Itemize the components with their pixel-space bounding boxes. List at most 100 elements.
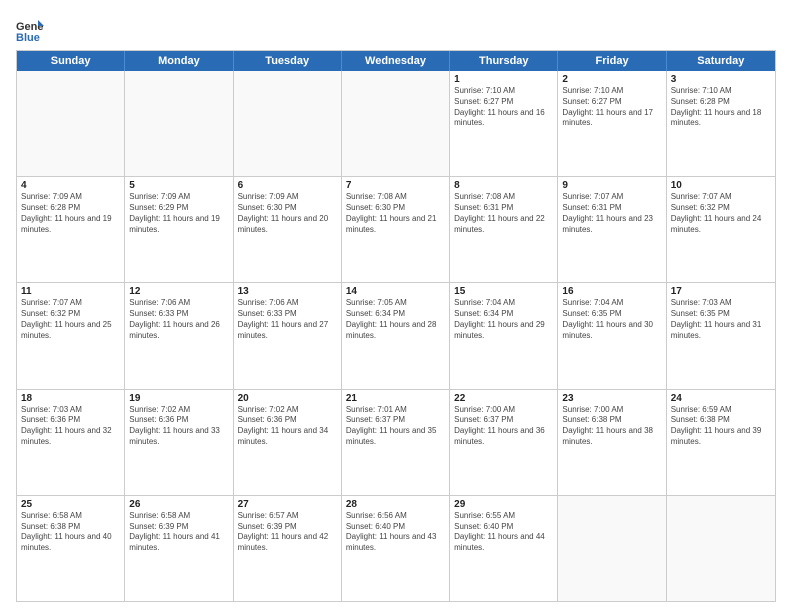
header-day-thursday: Thursday (450, 51, 558, 71)
cal-cell-1-6: 10Sunrise: 7:07 AM Sunset: 6:32 PM Dayli… (667, 177, 775, 282)
cal-cell-4-3: 28Sunrise: 6:56 AM Sunset: 6:40 PM Dayli… (342, 496, 450, 601)
day-info: Sunrise: 7:04 AM Sunset: 6:34 PM Dayligh… (454, 298, 553, 341)
cal-cell-2-2: 13Sunrise: 7:06 AM Sunset: 6:33 PM Dayli… (234, 283, 342, 388)
cal-cell-0-2 (234, 71, 342, 176)
cal-cell-2-5: 16Sunrise: 7:04 AM Sunset: 6:35 PM Dayli… (558, 283, 666, 388)
cal-cell-3-4: 22Sunrise: 7:00 AM Sunset: 6:37 PM Dayli… (450, 390, 558, 495)
day-number: 26 (129, 499, 228, 510)
cal-cell-1-4: 8Sunrise: 7:08 AM Sunset: 6:31 PM Daylig… (450, 177, 558, 282)
cal-cell-4-6 (667, 496, 775, 601)
header-day-wednesday: Wednesday (342, 51, 450, 71)
day-number: 3 (671, 74, 771, 85)
day-info: Sunrise: 7:03 AM Sunset: 6:35 PM Dayligh… (671, 298, 771, 341)
header-row: General Blue (16, 12, 776, 44)
logo: General Blue (16, 16, 50, 44)
cal-cell-1-5: 9Sunrise: 7:07 AM Sunset: 6:31 PM Daylig… (558, 177, 666, 282)
day-number: 25 (21, 499, 120, 510)
header-day-sunday: Sunday (17, 51, 125, 71)
day-number: 2 (562, 74, 661, 85)
day-number: 1 (454, 74, 553, 85)
day-info: Sunrise: 7:10 AM Sunset: 6:27 PM Dayligh… (454, 86, 553, 129)
day-number: 18 (21, 393, 120, 404)
cal-cell-2-4: 15Sunrise: 7:04 AM Sunset: 6:34 PM Dayli… (450, 283, 558, 388)
day-info: Sunrise: 7:07 AM Sunset: 6:32 PM Dayligh… (671, 192, 771, 235)
svg-text:Blue: Blue (16, 32, 40, 44)
cal-cell-1-1: 5Sunrise: 7:09 AM Sunset: 6:29 PM Daylig… (125, 177, 233, 282)
day-number: 28 (346, 499, 445, 510)
header-day-monday: Monday (125, 51, 233, 71)
cal-cell-0-3 (342, 71, 450, 176)
cal-cell-1-3: 7Sunrise: 7:08 AM Sunset: 6:30 PM Daylig… (342, 177, 450, 282)
day-info: Sunrise: 6:58 AM Sunset: 6:38 PM Dayligh… (21, 511, 120, 554)
day-info: Sunrise: 7:02 AM Sunset: 6:36 PM Dayligh… (129, 405, 228, 448)
day-number: 7 (346, 180, 445, 191)
calendar-row-3: 18Sunrise: 7:03 AM Sunset: 6:36 PM Dayli… (17, 390, 775, 496)
calendar-row-1: 4Sunrise: 7:09 AM Sunset: 6:28 PM Daylig… (17, 177, 775, 283)
cal-cell-4-5 (558, 496, 666, 601)
day-info: Sunrise: 7:08 AM Sunset: 6:31 PM Dayligh… (454, 192, 553, 235)
header-day-saturday: Saturday (667, 51, 775, 71)
calendar-row-4: 25Sunrise: 6:58 AM Sunset: 6:38 PM Dayli… (17, 496, 775, 601)
day-info: Sunrise: 6:57 AM Sunset: 6:39 PM Dayligh… (238, 511, 337, 554)
calendar-body: 1Sunrise: 7:10 AM Sunset: 6:27 PM Daylig… (17, 71, 775, 601)
day-info: Sunrise: 7:07 AM Sunset: 6:31 PM Dayligh… (562, 192, 661, 235)
day-number: 9 (562, 180, 661, 191)
cal-cell-3-1: 19Sunrise: 7:02 AM Sunset: 6:36 PM Dayli… (125, 390, 233, 495)
day-number: 12 (129, 286, 228, 297)
day-number: 10 (671, 180, 771, 191)
cal-cell-4-1: 26Sunrise: 6:58 AM Sunset: 6:39 PM Dayli… (125, 496, 233, 601)
cal-cell-1-2: 6Sunrise: 7:09 AM Sunset: 6:30 PM Daylig… (234, 177, 342, 282)
day-number: 24 (671, 393, 771, 404)
day-info: Sunrise: 6:58 AM Sunset: 6:39 PM Dayligh… (129, 511, 228, 554)
cal-cell-0-1 (125, 71, 233, 176)
cal-cell-4-4: 29Sunrise: 6:55 AM Sunset: 6:40 PM Dayli… (450, 496, 558, 601)
day-number: 6 (238, 180, 337, 191)
day-number: 17 (671, 286, 771, 297)
cal-cell-2-3: 14Sunrise: 7:05 AM Sunset: 6:34 PM Dayli… (342, 283, 450, 388)
day-number: 27 (238, 499, 337, 510)
day-info: Sunrise: 7:09 AM Sunset: 6:30 PM Dayligh… (238, 192, 337, 235)
day-number: 14 (346, 286, 445, 297)
cal-cell-3-5: 23Sunrise: 7:00 AM Sunset: 6:38 PM Dayli… (558, 390, 666, 495)
day-number: 23 (562, 393, 661, 404)
cal-cell-2-6: 17Sunrise: 7:03 AM Sunset: 6:35 PM Dayli… (667, 283, 775, 388)
day-info: Sunrise: 7:06 AM Sunset: 6:33 PM Dayligh… (238, 298, 337, 341)
calendar-header: SundayMondayTuesdayWednesdayThursdayFrid… (17, 51, 775, 71)
day-info: Sunrise: 7:09 AM Sunset: 6:28 PM Dayligh… (21, 192, 120, 235)
cal-cell-4-0: 25Sunrise: 6:58 AM Sunset: 6:38 PM Dayli… (17, 496, 125, 601)
day-number: 15 (454, 286, 553, 297)
logo-icon: General Blue (16, 16, 44, 44)
calendar-row-0: 1Sunrise: 7:10 AM Sunset: 6:27 PM Daylig… (17, 71, 775, 177)
header-day-tuesday: Tuesday (234, 51, 342, 71)
day-info: Sunrise: 7:06 AM Sunset: 6:33 PM Dayligh… (129, 298, 228, 341)
cal-cell-0-6: 3Sunrise: 7:10 AM Sunset: 6:28 PM Daylig… (667, 71, 775, 176)
cal-cell-2-0: 11Sunrise: 7:07 AM Sunset: 6:32 PM Dayli… (17, 283, 125, 388)
calendar-row-2: 11Sunrise: 7:07 AM Sunset: 6:32 PM Dayli… (17, 283, 775, 389)
day-number: 13 (238, 286, 337, 297)
day-info: Sunrise: 7:09 AM Sunset: 6:29 PM Dayligh… (129, 192, 228, 235)
cal-cell-3-2: 20Sunrise: 7:02 AM Sunset: 6:36 PM Dayli… (234, 390, 342, 495)
day-number: 8 (454, 180, 553, 191)
cal-cell-0-5: 2Sunrise: 7:10 AM Sunset: 6:27 PM Daylig… (558, 71, 666, 176)
day-number: 11 (21, 286, 120, 297)
day-info: Sunrise: 7:04 AM Sunset: 6:35 PM Dayligh… (562, 298, 661, 341)
day-number: 20 (238, 393, 337, 404)
cal-cell-2-1: 12Sunrise: 7:06 AM Sunset: 6:33 PM Dayli… (125, 283, 233, 388)
calendar: SundayMondayTuesdayWednesdayThursdayFrid… (16, 50, 776, 602)
day-info: Sunrise: 7:00 AM Sunset: 6:38 PM Dayligh… (562, 405, 661, 448)
day-info: Sunrise: 6:55 AM Sunset: 6:40 PM Dayligh… (454, 511, 553, 554)
day-info: Sunrise: 7:03 AM Sunset: 6:36 PM Dayligh… (21, 405, 120, 448)
day-info: Sunrise: 6:59 AM Sunset: 6:38 PM Dayligh… (671, 405, 771, 448)
day-info: Sunrise: 7:02 AM Sunset: 6:36 PM Dayligh… (238, 405, 337, 448)
day-info: Sunrise: 6:56 AM Sunset: 6:40 PM Dayligh… (346, 511, 445, 554)
day-number: 4 (21, 180, 120, 191)
day-info: Sunrise: 7:00 AM Sunset: 6:37 PM Dayligh… (454, 405, 553, 448)
cal-cell-0-4: 1Sunrise: 7:10 AM Sunset: 6:27 PM Daylig… (450, 71, 558, 176)
cal-cell-3-6: 24Sunrise: 6:59 AM Sunset: 6:38 PM Dayli… (667, 390, 775, 495)
day-info: Sunrise: 7:05 AM Sunset: 6:34 PM Dayligh… (346, 298, 445, 341)
cal-cell-3-0: 18Sunrise: 7:03 AM Sunset: 6:36 PM Dayli… (17, 390, 125, 495)
day-number: 19 (129, 393, 228, 404)
day-info: Sunrise: 7:08 AM Sunset: 6:30 PM Dayligh… (346, 192, 445, 235)
day-info: Sunrise: 7:10 AM Sunset: 6:28 PM Dayligh… (671, 86, 771, 129)
cal-cell-0-0 (17, 71, 125, 176)
